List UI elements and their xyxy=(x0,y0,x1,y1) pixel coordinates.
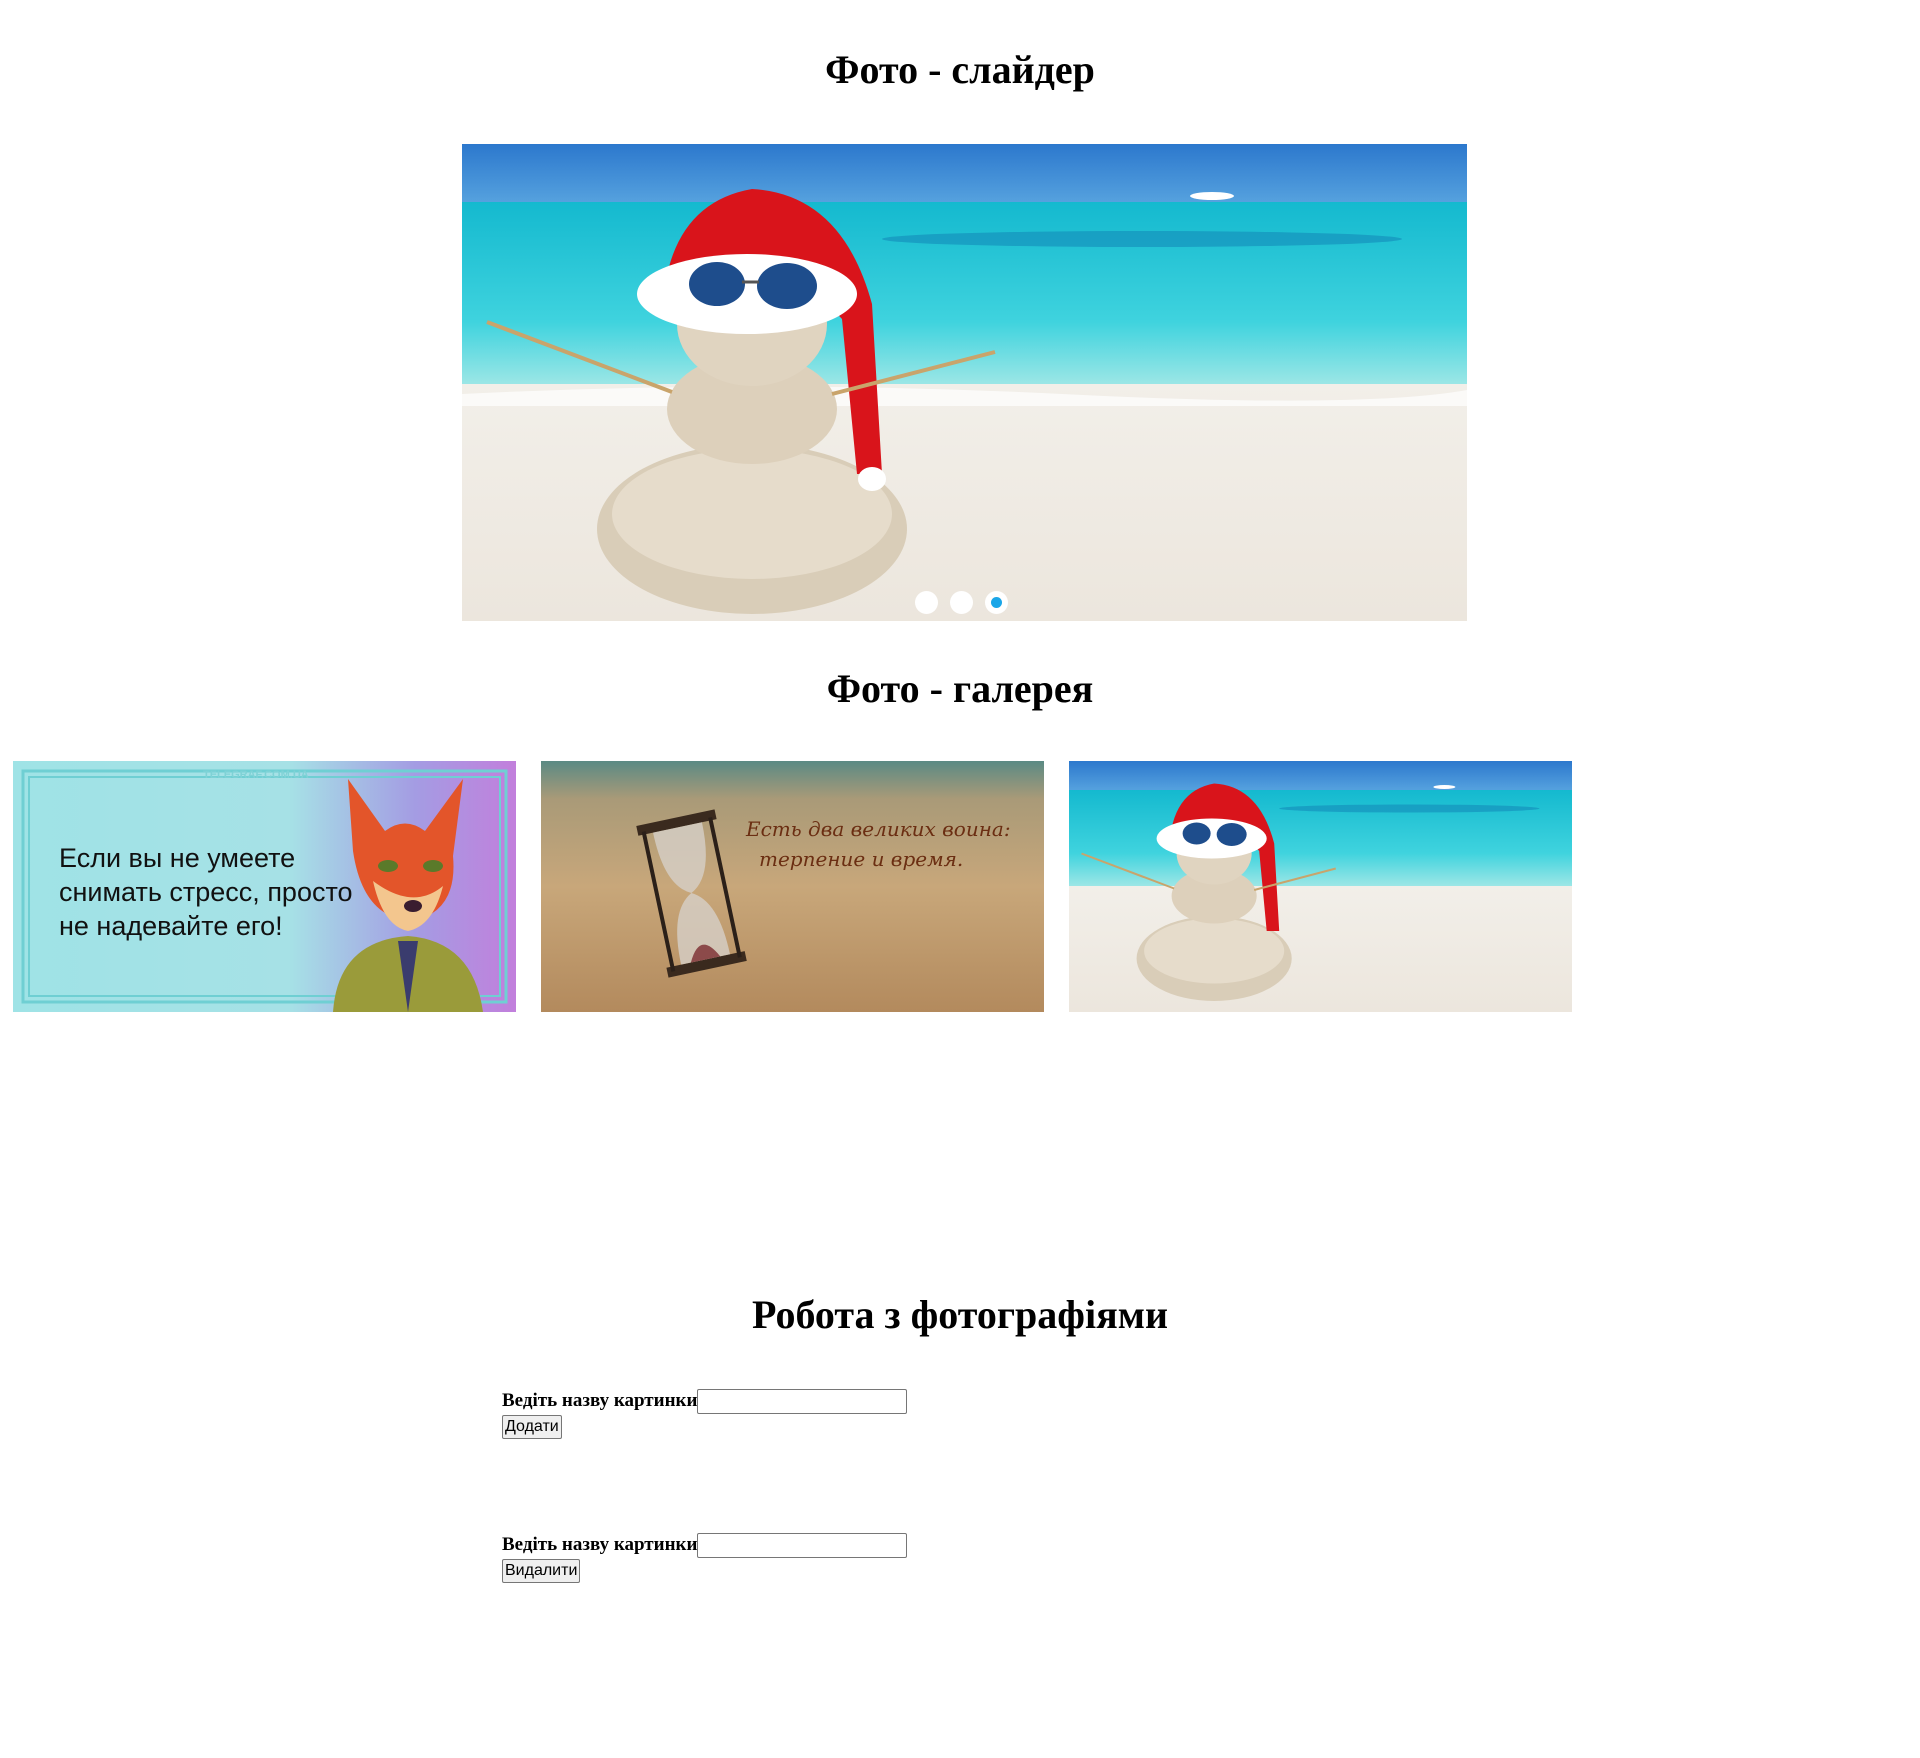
fox-meme-watermark: TELEGRAF.COM.UA xyxy=(203,769,309,781)
add-photo-label: Ведіть назву картинки xyxy=(502,1390,698,1411)
fox-meme-caption-line-1: Если вы не умеете xyxy=(59,843,295,873)
gallery-item-fox-meme[interactable]: TELEGRAF.COM.UA Если вы не умеете снимат… xyxy=(13,761,516,1012)
add-photo-name-input[interactable] xyxy=(697,1388,908,1414)
slider-dot-2[interactable] xyxy=(950,591,973,614)
slider-dots xyxy=(462,591,1467,615)
add-photo-form: Ведіть назву картинки Додати xyxy=(502,1388,908,1439)
photo-slider[interactable] xyxy=(462,144,1467,621)
slider-image xyxy=(462,144,1467,621)
delete-photo-label: Ведіть назву картинки xyxy=(502,1534,698,1555)
gallery-item-hourglass[interactable]: Есть два великих воина: терпение и время… xyxy=(541,761,1044,1012)
gallery-title: Фото - галерея xyxy=(826,666,1094,711)
snowman-image xyxy=(1069,761,1572,1012)
photo-tools-title: Робота з фотографіями xyxy=(752,1292,1168,1337)
slider-dot-1[interactable] xyxy=(915,591,938,614)
fox-meme-image: TELEGRAF.COM.UA Если вы не умеете снимат… xyxy=(13,761,516,1012)
hourglass-caption-line-2: терпение и время. xyxy=(759,847,963,871)
slider-dot-3[interactable] xyxy=(985,591,1008,614)
fox-meme-caption-line-3: не надевайте его! xyxy=(59,911,283,941)
slider-title: Фото - слайдер xyxy=(825,47,1095,92)
hourglass-caption-line-1: Есть два великих воина: xyxy=(745,817,1011,841)
fox-meme-caption-line-2: снимать стресс, просто xyxy=(59,877,353,907)
hourglass-image: Есть два великих воина: терпение и время… xyxy=(541,761,1044,1012)
add-button[interactable]: Додати xyxy=(502,1415,562,1439)
gallery-item-snowman[interactable] xyxy=(1069,761,1572,1012)
delete-photo-form: Ведіть назву картинки Видалити xyxy=(502,1532,908,1583)
delete-button[interactable]: Видалити xyxy=(502,1559,581,1583)
delete-photo-name-input[interactable] xyxy=(697,1532,908,1558)
